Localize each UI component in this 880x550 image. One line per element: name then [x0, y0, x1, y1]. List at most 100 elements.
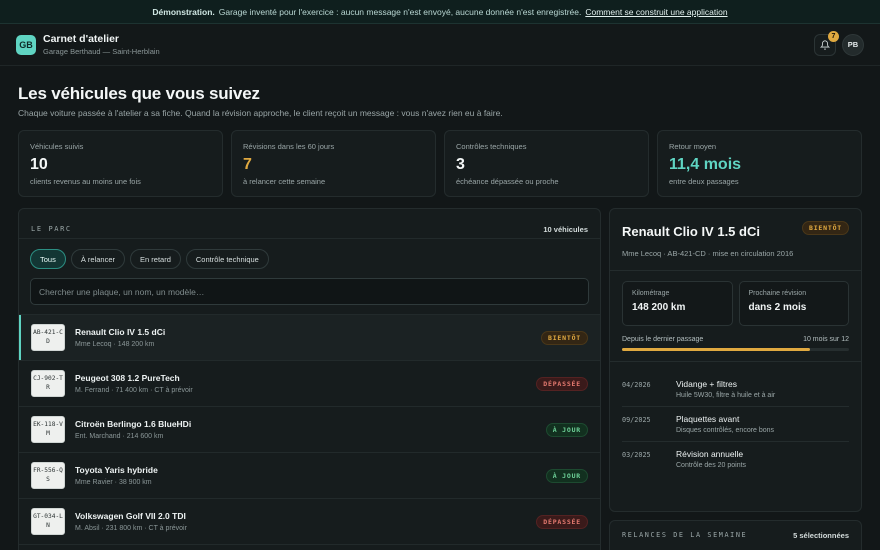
bell-icon: [820, 39, 830, 50]
vehicle-info: Peugeot 308 1.2 PureTech M. Ferrand · 71…: [75, 373, 193, 394]
mileage-label: Kilométrage: [632, 289, 670, 297]
progress-label: Depuis le dernier passage: [622, 335, 704, 343]
history-date: 03/2025: [622, 450, 651, 459]
notification-count-badge: 7: [828, 30, 839, 42]
filter-technical-control[interactable]: Contrôle technique: [185, 249, 269, 269]
search-input[interactable]: Chercher une plaque, un nom, un modèle…: [30, 278, 589, 305]
status-badge: DÉPASSÉE: [536, 514, 588, 529]
brand: Carnet d'atelier Garage Berthaud — Saint…: [43, 33, 160, 56]
fleet-header: LE PARC 10 véhicules: [19, 209, 600, 239]
user-avatar[interactable]: PB: [842, 33, 864, 56]
stat-label: Contrôles techniques: [456, 142, 527, 151]
vehicle-meta: M. Ferrand · 71 400 km · CT à prévoir: [75, 387, 193, 394]
banner-link[interactable]: Comment se construit une application: [585, 7, 727, 17]
stat-value: 3: [456, 156, 465, 173]
stat-card-revisions: Révisions dans les 60 jours 7 à relancer…: [231, 130, 436, 197]
vehicle-row[interactable]: FR-556-QS Toyota Yaris hybride Mme Ravie…: [19, 453, 600, 499]
fleet-title: LE PARC: [31, 225, 72, 233]
vehicle-info: Citroën Berlingo 1.6 BlueHDi Ent. Marcha…: [75, 419, 191, 440]
stat-sub: clients revenus au moins une fois: [30, 177, 141, 186]
license-plate: EK-118-VM: [31, 416, 65, 443]
vehicle-name: Renault Clio IV 1.5 dCi: [75, 327, 166, 337]
mileage-value: 148 200 km: [632, 301, 686, 313]
history-title: Vidange + filtres: [676, 378, 738, 389]
stat-card-return: Retour moyen 11,4 mois entre deux passag…: [657, 130, 862, 197]
right-column: Renault Clio IV 1.5 dCi Mme Lecoq · AB-4…: [609, 208, 862, 550]
vehicle-row[interactable]: GT-034-LN Volkswagen Golf VII 2.0 TDI M.…: [19, 499, 600, 545]
page-subtitle: Chaque voiture passée à l'atelier a sa f…: [18, 108, 503, 118]
stat-card-vehicles: Véhicules suivis 10 clients revenus au m…: [18, 130, 223, 197]
filter-all[interactable]: Tous: [30, 249, 66, 269]
stat-value: 7: [243, 156, 252, 173]
filter-to-remind[interactable]: À relancer: [70, 249, 126, 269]
history-content: Plaquettes avant Disques contrôlés, enco…: [676, 414, 774, 434]
next-revision-box: Prochaine révision dans 2 mois: [738, 280, 849, 326]
weekly-reminders-panel: RELANCES DE LA SEMAINE 5 sélectionnées: [609, 520, 862, 550]
garage-subtitle: Garage Berthaud — Saint-Herblain: [43, 47, 160, 56]
detail-title-block: Renault Clio IV 1.5 dCi Mme Lecoq · AB-4…: [622, 221, 802, 260]
license-plate: AB-421-CD: [31, 324, 65, 351]
mileage-box: Kilométrage 148 200 km: [622, 280, 733, 326]
detail-metrics: Kilométrage 148 200 km Prochaine révisio…: [622, 280, 849, 326]
history-date: 09/2025: [622, 415, 651, 424]
vehicle-row[interactable]: EK-118-VM Citroën Berlingo 1.6 BlueHDi E…: [19, 407, 600, 453]
vehicle-meta: M. Absil · 231 800 km · CT à prévoir: [75, 525, 187, 532]
notifications-button[interactable]: 7: [814, 30, 839, 56]
page-title: Les véhicules que vous suivez: [18, 84, 260, 103]
history-title: Plaquettes avant: [676, 413, 740, 424]
topbar-actions: 7 PB: [814, 30, 864, 56]
divider: [610, 269, 861, 271]
history-title: Révision annuelle: [676, 448, 744, 459]
history-desc: Contrôle des 20 points: [676, 461, 747, 469]
license-plate: CJ-902-TR: [31, 370, 65, 397]
license-plate: FR-556-QS: [31, 462, 65, 489]
history-desc: Huile 5W30, filtre à huile et à air: [676, 391, 776, 399]
filter-chips: Tous À relancer En retard Contrôle techn…: [19, 239, 600, 269]
vehicle-info: Renault Clio IV 1.5 dCi Mme Lecoq · 148 …: [75, 327, 165, 348]
next-revision-label: Prochaine révision: [748, 289, 807, 297]
stat-label: Véhicules suivis: [30, 142, 84, 151]
detail-header: Renault Clio IV 1.5 dCi Mme Lecoq · AB-4…: [622, 221, 849, 260]
filter-late[interactable]: En retard: [130, 249, 181, 269]
detail-subtitle: Mme Lecoq · AB-421-CD · mise en circulat…: [622, 249, 794, 258]
stat-label: Révisions dans les 60 jours: [243, 142, 335, 151]
vehicle-name: Toyota Yaris hybride: [75, 465, 158, 475]
reminders-title: RELANCES DE LA SEMAINE: [622, 531, 748, 539]
stat-value: 11,4 mois: [669, 156, 742, 173]
license-plate: GT-034-LN: [31, 508, 65, 535]
progress-labels: Depuis le dernier passage 10 mois sur 12: [622, 336, 849, 343]
stat-sub: à relancer cette semaine: [243, 177, 326, 186]
vehicle-meta: Ent. Marchand · 214 600 km: [75, 433, 164, 440]
history-content: Révision annuelle Contrôle des 20 points: [676, 449, 746, 469]
banner-text: Garage inventé pour l'exercice : aucun m…: [218, 6, 582, 17]
stat-value: 10: [30, 156, 48, 173]
status-badge: À JOUR: [545, 422, 588, 437]
detail-status-badge: BIENTÔT: [802, 221, 849, 235]
divider: [610, 360, 861, 362]
history-content: Vidange + filtres Huile 5W30, filtre à h…: [676, 379, 775, 399]
progress-fill: [622, 347, 811, 351]
status-badge: BIENTÔT: [541, 330, 588, 345]
history-item: 03/2025 Révision annuelle Contrôle des 2…: [622, 442, 849, 476]
service-history: 04/2026 Vidange + filtres Huile 5W30, fi…: [622, 372, 849, 476]
status-badge: À JOUR: [545, 468, 588, 483]
stats-row: Véhicules suivis 10 clients revenus au m…: [0, 118, 880, 197]
stat-card-controls: Contrôles techniques 3 échéance dépassée…: [444, 130, 649, 197]
vehicle-name: Citroën Berlingo 1.6 BlueHDi: [75, 419, 192, 429]
history-date: 04/2026: [622, 380, 651, 389]
vehicle-list: AB-421-CD Renault Clio IV 1.5 dCi Mme Le…: [19, 314, 600, 545]
history-item: 04/2026 Vidange + filtres Huile 5W30, fi…: [622, 372, 849, 407]
vehicle-row[interactable]: CJ-902-TR Peugeot 308 1.2 PureTech M. Fe…: [19, 361, 600, 407]
app-title: Carnet d'atelier: [43, 33, 120, 45]
vehicle-detail-panel: Renault Clio IV 1.5 dCi Mme Lecoq · AB-4…: [609, 208, 862, 512]
fleet-count: 10 véhicules: [543, 224, 588, 234]
vehicle-row[interactable]: AB-421-CD Renault Clio IV 1.5 dCi Mme Le…: [19, 315, 600, 361]
topbar: GB Carnet d'atelier Garage Berthaud — Sa…: [0, 24, 880, 66]
reminders-count: 5 sélectionnées: [793, 531, 849, 540]
history-item: 09/2025 Plaquettes avant Disques contrôl…: [622, 407, 849, 442]
vehicle-name: Volkswagen Golf VII 2.0 TDI: [75, 511, 186, 521]
app-logo: GB: [16, 34, 36, 55]
vehicle-info: Volkswagen Golf VII 2.0 TDI M. Absil · 2…: [75, 511, 187, 532]
page-heading: Les véhicules que vous suivez Chaque voi…: [0, 66, 880, 118]
vehicle-meta: Mme Lecoq · 148 200 km: [75, 341, 155, 348]
